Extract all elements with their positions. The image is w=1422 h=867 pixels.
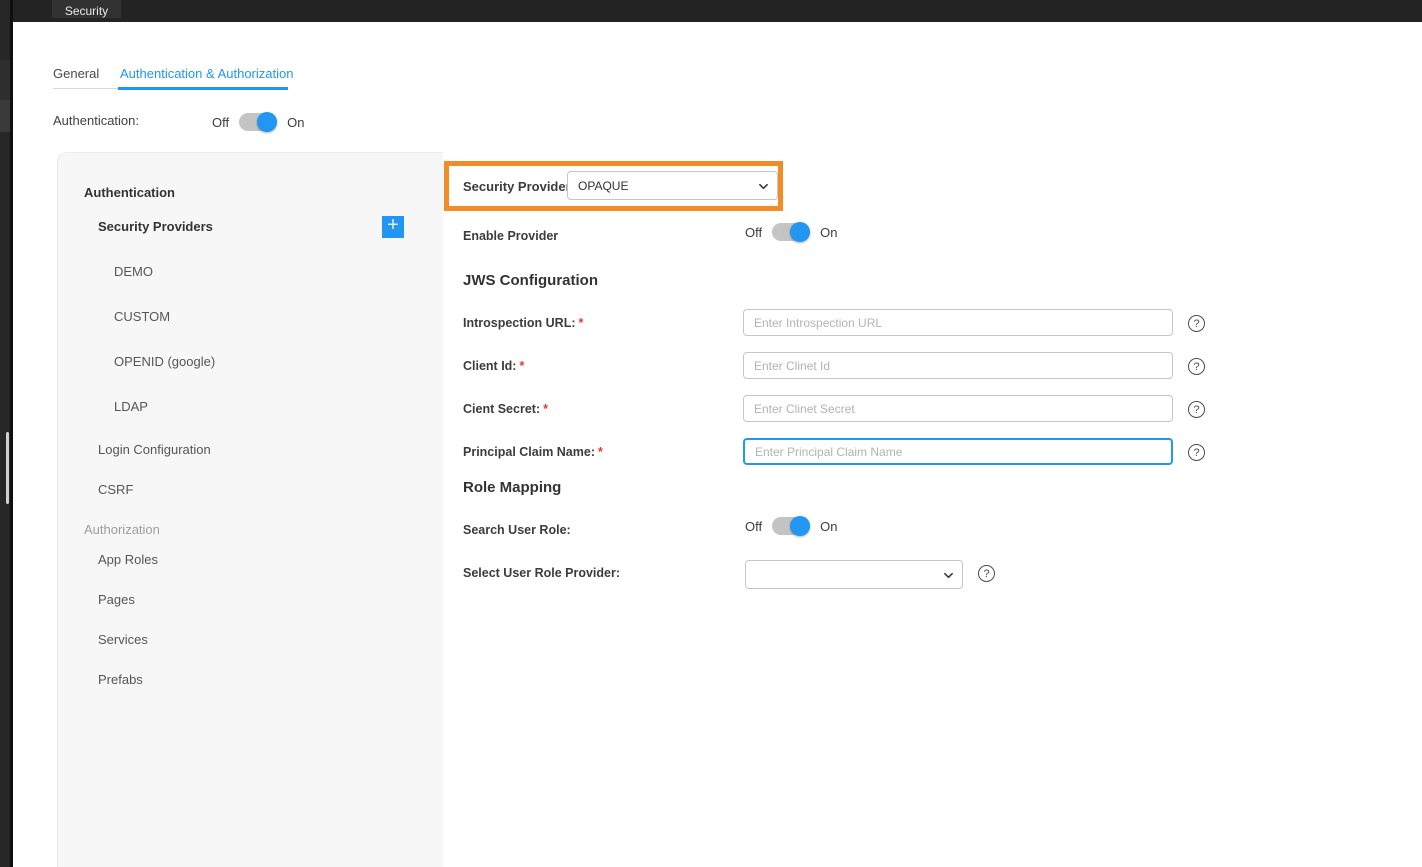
chevron-down-icon <box>944 571 953 580</box>
toggle-off-label: Off <box>745 519 762 534</box>
enable-provider-toggle: Off On <box>745 223 837 241</box>
sidebar-item-prefabs[interactable]: Prefabs <box>98 672 143 687</box>
required-asterisk: * <box>519 359 524 373</box>
left-panel-scrollbar-thumb[interactable] <box>6 432 9 504</box>
sidebar-section-authorization: Authorization <box>84 522 160 537</box>
introspection-url-input[interactable] <box>743 309 1173 336</box>
help-icon[interactable]: ? <box>1188 444 1205 461</box>
client-id-input[interactable] <box>743 352 1173 379</box>
sidebar-item-security-providers[interactable]: Security Providers <box>98 219 213 234</box>
sidebar-item-login-configuration[interactable]: Login Configuration <box>98 442 211 457</box>
left-panel-edge <box>10 0 13 867</box>
security-provider-highlight-box: Security Provider OPAQUE <box>444 161 783 211</box>
select-user-role-provider-label: Select User Role Provider: <box>463 566 620 580</box>
toggle-on-label: On <box>287 115 304 130</box>
client-secret-label: Cient Secret:* <box>463 402 548 416</box>
sidebar-item-csrf[interactable]: CSRF <box>98 482 133 497</box>
search-user-role-switch[interactable] <box>772 517 810 535</box>
search-user-role-toggle: Off On <box>745 517 837 535</box>
role-mapping-heading: Role Mapping <box>463 479 561 496</box>
toggle-on-label: On <box>820 519 837 534</box>
collapsed-left-panel[interactable] <box>0 0 13 867</box>
sidebar-item-authentication[interactable]: Authentication <box>84 185 175 200</box>
sidebar-item-services[interactable]: Services <box>98 632 148 647</box>
security-nav-panel: Authentication Security Providers + DEMO… <box>57 152 443 867</box>
client-id-label: Client Id:* <box>463 359 524 373</box>
introspection-url-label: Introspection URL:* <box>463 316 583 330</box>
required-asterisk: * <box>598 445 603 459</box>
sidebar-item-app-roles[interactable]: App Roles <box>98 552 158 567</box>
help-icon[interactable]: ? <box>1188 315 1205 332</box>
toggle-off-label: Off <box>212 115 229 130</box>
client-secret-input[interactable] <box>743 395 1173 422</box>
left-panel-segment <box>0 100 10 132</box>
tab-baseline <box>53 88 118 89</box>
tab-authentication-authorization[interactable]: Authentication & Authorization <box>120 66 293 81</box>
toggle-on-label: On <box>820 225 837 240</box>
toggle-off-label: Off <box>745 225 762 240</box>
switch-knob <box>790 516 810 536</box>
sidebar-item-pages[interactable]: Pages <box>98 592 135 607</box>
security-provider-label: Security Provider <box>463 179 571 194</box>
select-user-role-provider-select[interactable] <box>745 560 963 589</box>
security-provider-select[interactable]: OPAQUE <box>567 171 778 200</box>
security-provider-value: OPAQUE <box>578 179 628 193</box>
help-icon[interactable]: ? <box>1188 358 1205 375</box>
security-settings-page: Security General Authentication & Author… <box>0 0 1422 867</box>
required-asterisk: * <box>543 402 548 416</box>
enable-provider-label: Enable Provider <box>463 229 558 243</box>
required-asterisk: * <box>579 316 584 330</box>
sidebar-item-ldap[interactable]: LDAP <box>114 399 148 414</box>
chevron-down-icon <box>759 182 768 191</box>
tab-general[interactable]: General <box>53 66 99 81</box>
principal-claim-name-input[interactable] <box>743 438 1173 465</box>
switch-knob <box>790 222 810 242</box>
topbar-tab-security[interactable]: Security <box>52 0 121 18</box>
sidebar-item-custom[interactable]: CUSTOM <box>114 309 170 324</box>
enable-provider-switch[interactable] <box>772 223 810 241</box>
sidebar-item-openid-google[interactable]: OPENID (google) <box>114 354 215 369</box>
add-provider-button[interactable]: + <box>382 216 404 238</box>
active-tab-underline <box>118 87 288 90</box>
authentication-toggle: Off On <box>212 113 304 131</box>
sidebar-item-demo[interactable]: DEMO <box>114 264 153 279</box>
principal-claim-name-label: Principal Claim Name:* <box>463 445 603 459</box>
help-icon[interactable]: ? <box>978 565 995 582</box>
jws-configuration-heading: JWS Configuration <box>463 272 598 289</box>
authentication-switch[interactable] <box>239 113 277 131</box>
switch-knob <box>257 112 277 132</box>
authentication-label: Authentication: <box>53 113 139 128</box>
top-bar: Security <box>0 0 1422 22</box>
search-user-role-label: Search User Role: <box>463 523 571 537</box>
help-icon[interactable]: ? <box>1188 401 1205 418</box>
left-panel-segment <box>0 60 10 100</box>
